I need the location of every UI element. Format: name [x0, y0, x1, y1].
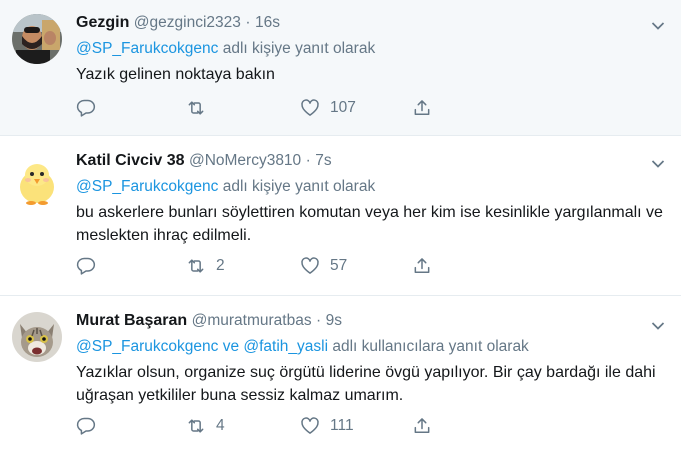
separator-dot: · — [245, 14, 251, 31]
display-name[interactable]: Gezgin — [76, 14, 129, 31]
tweet-content: Murat Başaran @muratmuratbas · 9s @SP_Fa… — [76, 310, 665, 407]
tweet-header: Katil Civciv 38 @NoMercy3810 · 7s — [76, 150, 665, 172]
share-icon — [414, 258, 430, 273]
tweet-content: Gezgin @gezginci2323 · 16s @SP_Farukcokg… — [76, 12, 665, 86]
chevron-down-icon[interactable] — [651, 18, 665, 30]
reply-button[interactable] — [76, 254, 96, 278]
retweet-button[interactable] — [186, 96, 216, 120]
user-handle[interactable]: @NoMercy3810 — [189, 152, 301, 169]
like-button[interactable]: 107 — [300, 96, 356, 120]
like-count: 111 — [330, 417, 354, 434]
like-button[interactable]: 111 — [300, 414, 354, 438]
reply-button[interactable] — [76, 96, 96, 120]
reply-context: @SP_Farukcokgenc ve @fatih_yasli adlı ku… — [76, 336, 665, 357]
reply-icon — [76, 257, 96, 275]
retweet-count: 2 — [216, 257, 225, 274]
reply-suffix: adlı kişiye yanıt olarak — [222, 178, 376, 195]
display-name[interactable]: Katil Civciv 38 — [76, 152, 185, 169]
like-count: 57 — [330, 257, 348, 274]
tweet-content: Katil Civciv 38 @NoMercy3810 · 7s @SP_Fa… — [76, 150, 665, 247]
retweet-icon — [188, 101, 204, 115]
user-handle[interactable]: @gezginci2323 — [134, 14, 241, 31]
reply-suffix: adlı kişiye yanıt olarak — [222, 40, 376, 57]
share-button[interactable] — [412, 254, 432, 278]
display-name[interactable]: Murat Başaran — [76, 312, 187, 329]
like-count: 107 — [330, 99, 356, 116]
tweet-text: bu askerlere bunları söylettiren komutan… — [76, 204, 663, 244]
user-handle[interactable]: @muratmuratbas — [192, 312, 312, 329]
tweet-header: Gezgin @gezginci2323 · 16s — [76, 12, 665, 34]
share-icon — [414, 100, 430, 115]
like-button[interactable]: 57 — [300, 254, 347, 278]
retweet-button[interactable]: 2 — [186, 254, 225, 278]
share-button[interactable] — [412, 96, 432, 120]
share-icon — [414, 418, 430, 433]
tweet-text: Yazık gelinen noktaya bakın — [76, 66, 275, 83]
reply-button[interactable] — [76, 414, 96, 438]
mention-link[interactable]: @SP_Farukcokgenc — [76, 178, 218, 195]
heart-icon — [301, 417, 319, 434]
timeline: Gezgin @gezginci2323 · 16s @SP_Farukcokg… — [0, 0, 681, 456]
mention-link[interactable]: @fatih_yasli — [243, 338, 328, 355]
chevron-down-icon[interactable] — [651, 156, 665, 168]
reply-icon — [76, 99, 96, 117]
separator-dot: · — [316, 312, 322, 329]
man-selfie-avatar[interactable] — [12, 14, 62, 64]
share-button[interactable] — [412, 414, 432, 438]
tweet[interactable]: Murat Başaran @muratmuratbas · 9s @SP_Fa… — [0, 296, 681, 456]
tweet[interactable]: Katil Civciv 38 @NoMercy3810 · 7s @SP_Fa… — [0, 136, 681, 296]
timestamp[interactable]: 7s — [315, 152, 331, 169]
mention-connector: ve — [222, 338, 240, 355]
reply-context: @SP_Farukcokgenc adlı kişiye yanıt olara… — [76, 38, 665, 59]
tweet-header: Murat Başaran @muratmuratbas · 9s — [76, 310, 665, 332]
retweet-button[interactable]: 4 — [186, 414, 225, 438]
reply-context: @SP_Farukcokgenc adlı kişiye yanıt olara… — [76, 176, 665, 197]
timestamp[interactable]: 9s — [326, 312, 342, 329]
separator-dot: · — [305, 152, 311, 169]
retweet-count: 4 — [216, 417, 225, 434]
retweet-icon — [188, 259, 204, 273]
reply-suffix: adlı kullanıcılara yanıt olarak — [332, 338, 529, 355]
reply-icon — [76, 417, 96, 435]
timestamp[interactable]: 16s — [255, 14, 280, 31]
cat-avatar[interactable] — [12, 312, 62, 362]
chevron-down-icon[interactable] — [651, 318, 665, 330]
heart-icon — [301, 257, 319, 274]
tweet[interactable]: Gezgin @gezginci2323 · 16s @SP_Farukcokg… — [0, 0, 681, 136]
mention-link[interactable]: @SP_Farukcokgenc — [76, 338, 218, 355]
chick-avatar[interactable] — [12, 158, 62, 208]
heart-icon — [301, 99, 319, 116]
retweet-icon — [188, 419, 204, 433]
tweet-text: Yazıklar olsun, organize suç örgütü lide… — [76, 364, 656, 404]
mention-link[interactable]: @SP_Farukcokgenc — [76, 40, 218, 57]
